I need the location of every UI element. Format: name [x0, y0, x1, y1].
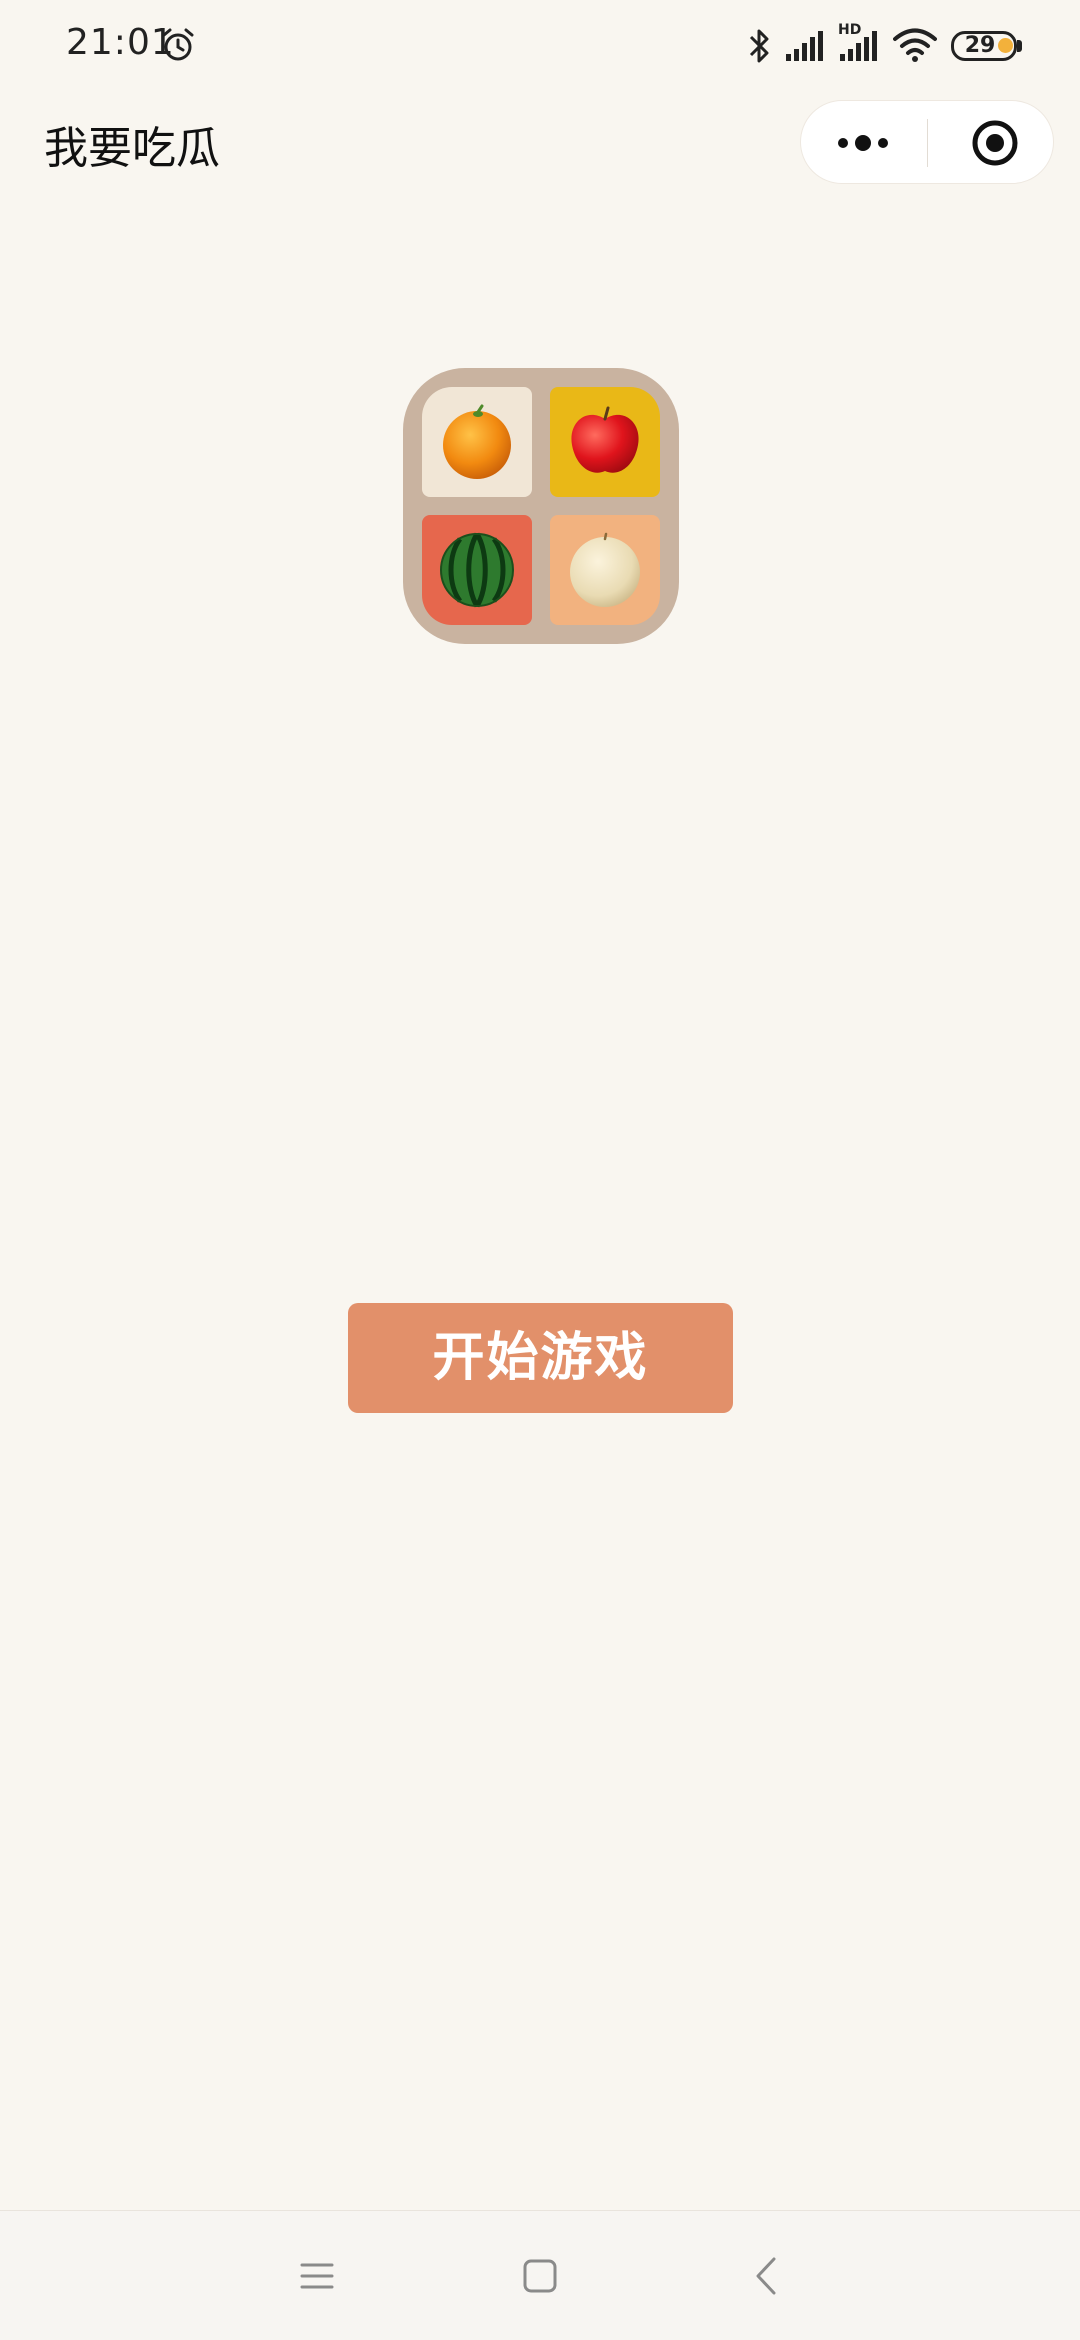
miniprogram-capsule [800, 100, 1054, 184]
page-title: 我要吃瓜 [44, 123, 220, 174]
home-square-icon[interactable] [515, 2251, 565, 2301]
alarm-icon [162, 28, 194, 61]
start-game-button[interactable]: 开始游戏 [348, 1303, 733, 1413]
logo-tile-pear [550, 515, 660, 625]
battery-charge-dot [998, 38, 1013, 53]
logo-tile-apple [550, 387, 660, 497]
watermelon-icon [440, 532, 514, 608]
close-target-icon [972, 120, 1018, 166]
screen: 21:01 HD 29 我要吃瓜 开始游戏 [0, 0, 1080, 2340]
pear-icon [570, 532, 640, 607]
logo-tile-watermelon [422, 515, 532, 625]
battery-cap [1017, 40, 1022, 52]
menu-icon[interactable] [292, 2251, 342, 2301]
app-logo [403, 368, 679, 644]
signal-icon [786, 31, 823, 61]
wifi-icon [893, 28, 937, 62]
signal-hd-icon [840, 31, 877, 61]
bluetooth-icon [749, 29, 769, 63]
more-dots-icon [838, 135, 888, 151]
logo-tile-orange [422, 387, 532, 497]
capsule-divider [927, 119, 928, 167]
more-button[interactable] [801, 101, 927, 185]
apple-icon [571, 406, 639, 473]
system-nav-bar [0, 2210, 1080, 2340]
status-bar: 21:01 HD 29 [0, 0, 1080, 96]
back-chevron-icon[interactable] [742, 2251, 792, 2301]
battery-level: 29 [964, 33, 996, 58]
orange-icon [443, 404, 511, 479]
close-button[interactable] [929, 101, 1055, 185]
status-time: 21:01 [66, 22, 175, 63]
